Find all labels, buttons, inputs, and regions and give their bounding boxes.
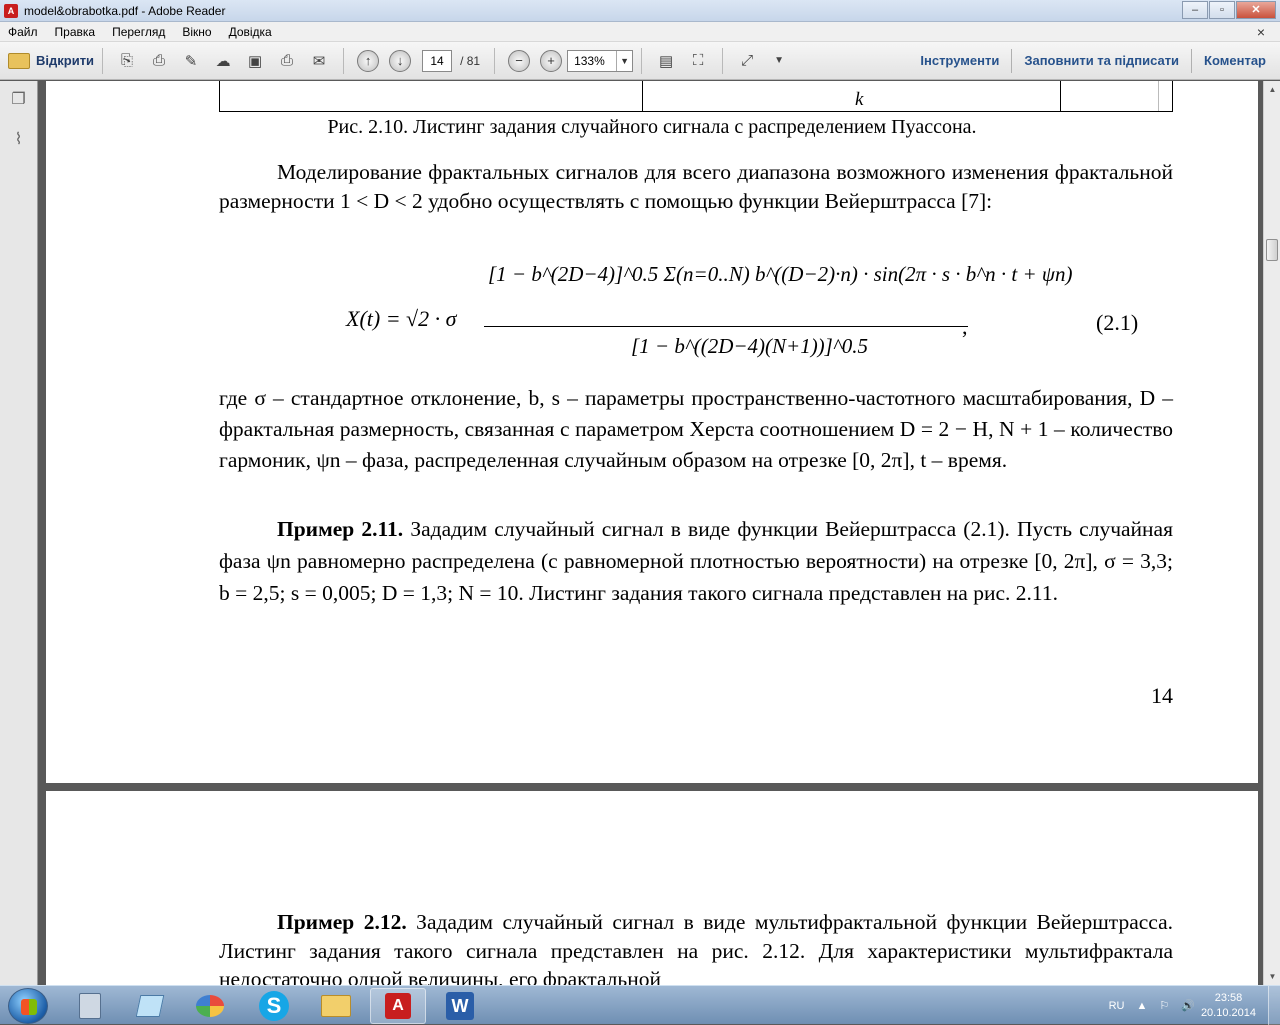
zoom-select[interactable]: 133% ▼	[567, 49, 634, 72]
fit-page-icon[interactable]: ▤	[654, 49, 678, 73]
intro-paragraph: Моделирование фрактальных сигналов для в…	[219, 160, 1173, 213]
minimize-button[interactable]: ‒	[1182, 1, 1208, 19]
weierstrass-formula: X(t) = √2 · σ [1 − b^(2D−4)]^0.5 Σ(n=0..…	[346, 256, 1176, 376]
save-icon[interactable]: ▣	[243, 49, 267, 73]
formula-denominator: [1 − b^((2D−4)(N+1))]^0.5	[631, 334, 868, 358]
formula-comma: ,	[962, 314, 968, 339]
create-pdf-icon[interactable]: ⎘	[115, 49, 139, 73]
toolbar-divider	[102, 47, 104, 74]
document-area[interactable]: k Рис. 2.10. Листинг задания случайного …	[39, 81, 1263, 985]
clock[interactable]: 23:58 20.10.2014	[1201, 991, 1256, 1021]
page-thumbnails-icon[interactable]: ❐	[8, 89, 30, 111]
attachments-icon[interactable]: ⌇	[8, 129, 30, 151]
tools-button[interactable]: Інструменти	[908, 53, 1011, 68]
taskbar: S A W RU ▲ ⚐ 🔊 23:58 20.10.2014	[0, 985, 1280, 1025]
vertical-scrollbar[interactable]: ▲ ▼	[1263, 81, 1280, 985]
toolbar-divider	[641, 47, 643, 74]
scroll-thumb[interactable]	[1266, 239, 1278, 261]
document-page-15: Пример 2.12. Зададим случайный сигнал в …	[46, 791, 1258, 985]
print-icon[interactable]: ⎙	[275, 49, 299, 73]
scroll-down-icon[interactable]: ▼	[1264, 968, 1280, 985]
explorer-app-icon[interactable]	[308, 988, 364, 1024]
page-total: / 81	[460, 53, 481, 68]
toolbar-divider	[343, 47, 345, 74]
notepad-app-icon[interactable]	[122, 988, 178, 1024]
fill-sign-button[interactable]: Заповнити та підписати	[1012, 53, 1191, 68]
formula-number: (2.1)	[1096, 310, 1139, 335]
page-number: 14	[1151, 683, 1173, 708]
upload-cloud-icon[interactable]: ☁	[211, 49, 235, 73]
document-page-14: k Рис. 2.10. Листинг задания случайного …	[46, 81, 1258, 783]
figure-caption: Рис. 2.10. Листинг задания случайного си…	[327, 116, 977, 138]
page-number-input[interactable]: 14	[422, 49, 453, 72]
menu-edit[interactable]: Правка	[47, 25, 105, 39]
chevron-down-icon: ▼	[616, 50, 632, 71]
navigation-panel: ❐ ⌇	[0, 81, 38, 985]
adobe-reader-icon: A	[4, 3, 18, 18]
acrobat-app-icon[interactable]: A	[370, 988, 426, 1024]
formula-numerator: [1 − b^(2D−4)]^0.5 Σ(n=0..N) b^((D−2)·n)…	[488, 262, 1073, 286]
calculator-app-icon[interactable]	[62, 988, 118, 1024]
word-app-icon[interactable]: W	[432, 988, 488, 1024]
menu-window[interactable]: Вікно	[174, 25, 220, 39]
fraction-bar	[484, 326, 968, 327]
zoom-out-icon[interactable]: −	[508, 49, 531, 72]
start-button[interactable]	[8, 988, 48, 1024]
zoom-in-icon[interactable]: +	[540, 49, 563, 72]
fit-width-icon[interactable]: ⛶	[686, 49, 710, 73]
clock-date: 20.10.2014	[1200, 1006, 1256, 1019]
skype-app-icon[interactable]: S	[246, 988, 302, 1024]
close-button[interactable]: ✕	[1236, 1, 1276, 19]
customize-toolbar-icon[interactable]: ▼	[767, 49, 791, 73]
language-indicator[interactable]: RU	[1109, 1000, 1125, 1012]
menu-bar: Файл Правка Перегляд Вікно Довідка ×	[0, 22, 1280, 42]
example-2-11-paragraph: Пример 2.11. Зададим случайный сигнал в …	[219, 513, 1173, 609]
show-desktop-button[interactable]	[1268, 986, 1280, 1025]
table-cell: k	[855, 89, 864, 110]
zoom-value: 133%	[574, 53, 605, 68]
maximize-button[interactable]: ▫	[1209, 1, 1235, 19]
network-icon[interactable]: ⚐	[1159, 999, 1169, 1012]
next-page-icon[interactable]: ↓	[389, 49, 412, 72]
menu-file[interactable]: Файл	[0, 25, 47, 39]
clock-time: 23:58	[1214, 991, 1243, 1004]
volume-icon[interactable]: 🔊	[1181, 999, 1195, 1012]
example-title: Пример 2.12.	[277, 910, 407, 934]
open-label: Відкрити	[36, 53, 95, 68]
toolbar-divider	[722, 47, 724, 74]
toolbar: Відкрити ⎘ ⎙ ✎ ☁ ▣ ⎙ ✉ ↑ ↓ 14 / 81 − + 1…	[0, 42, 1280, 80]
comment-button[interactable]: Коментар	[1192, 53, 1280, 68]
full-screen-icon[interactable]: ⤢	[735, 49, 759, 73]
folder-icon	[8, 52, 30, 69]
window-title: model&obrabotka.pdf - Adobe Reader	[24, 3, 226, 18]
example-2-12-paragraph: Пример 2.12. Зададим случайный сигнал в …	[219, 908, 1173, 985]
example-title: Пример 2.11.	[277, 517, 404, 541]
system-tray: RU ▲ ⚐ 🔊 23:58 20.10.2014	[1103, 986, 1280, 1025]
table-fragment: k	[219, 81, 1173, 112]
toolbar-divider	[494, 47, 496, 74]
document-close-button[interactable]: ×	[1249, 24, 1274, 40]
formula-lhs: X(t) = √2 · σ	[346, 306, 457, 331]
open-button[interactable]: Відкрити	[8, 52, 95, 69]
title-bar: A model&obrabotka.pdf - Adobe Reader ‒ ▫…	[0, 0, 1280, 22]
previous-page-icon[interactable]: ↑	[357, 49, 380, 72]
where-paragraph: где σ – стандартное отклонение, b, s – п…	[219, 386, 1173, 472]
export-pdf-icon[interactable]: ⎙	[147, 49, 171, 73]
email-icon[interactable]: ✉	[307, 49, 331, 73]
menu-view[interactable]: Перегляд	[104, 25, 174, 39]
show-hidden-icons-icon[interactable]: ▲	[1136, 1000, 1147, 1012]
paint-app-icon[interactable]	[182, 988, 238, 1024]
scroll-up-icon[interactable]: ▲	[1264, 81, 1280, 98]
menu-help[interactable]: Довідка	[221, 25, 281, 39]
edit-pdf-icon[interactable]: ✎	[179, 49, 203, 73]
